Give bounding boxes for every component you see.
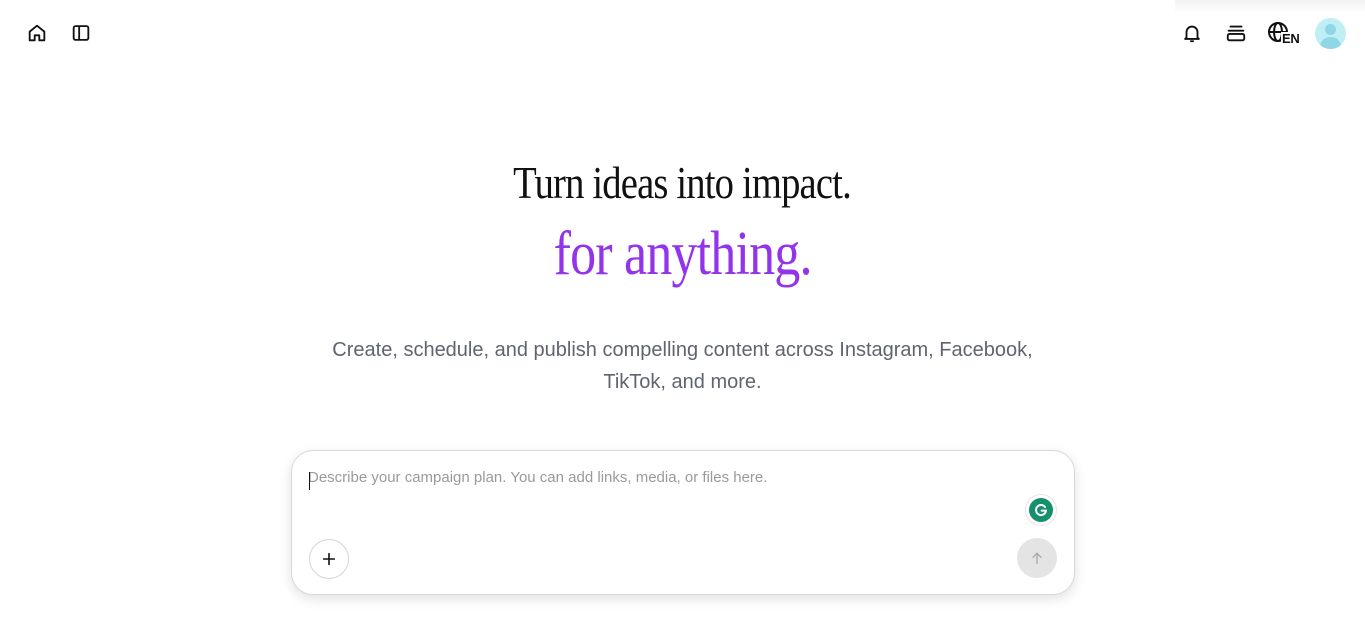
stack-icon [1226, 25, 1246, 42]
grammarly-button[interactable] [1026, 495, 1056, 525]
plus-icon [322, 552, 336, 566]
text-caret [309, 472, 310, 490]
arrow-up-icon [1032, 552, 1042, 564]
home-button[interactable] [23, 19, 51, 47]
avatar-body-shape [1320, 37, 1341, 49]
add-attachment-button[interactable] [309, 539, 349, 579]
grammarly-icon [1029, 498, 1053, 522]
top-right-shade [1175, 0, 1365, 14]
notifications-button[interactable] [1178, 19, 1206, 47]
stack-button[interactable] [1222, 19, 1250, 47]
hero-tagline: for anything. [553, 220, 812, 288]
campaign-input[interactable] [308, 469, 1008, 509]
avatar-head-shape [1325, 24, 1336, 35]
hero-subtitle: Create, schedule, and publish compelling… [332, 339, 1033, 393]
bell-icon [1184, 25, 1200, 43]
sidebar-toggle-button[interactable] [67, 19, 95, 47]
send-button[interactable] [1017, 538, 1057, 578]
language-code: EN [1281, 31, 1301, 46]
language-button[interactable]: EN [1266, 19, 1304, 47]
hero-title: Turn ideas into impact. [513, 157, 853, 208]
avatar[interactable] [1315, 18, 1346, 49]
sidebar-toggle-icon [72, 25, 90, 41]
hero: Turn ideas into impact. for anything. [0, 150, 1365, 292]
campaign-composer [291, 450, 1075, 595]
home-icon [28, 24, 46, 42]
